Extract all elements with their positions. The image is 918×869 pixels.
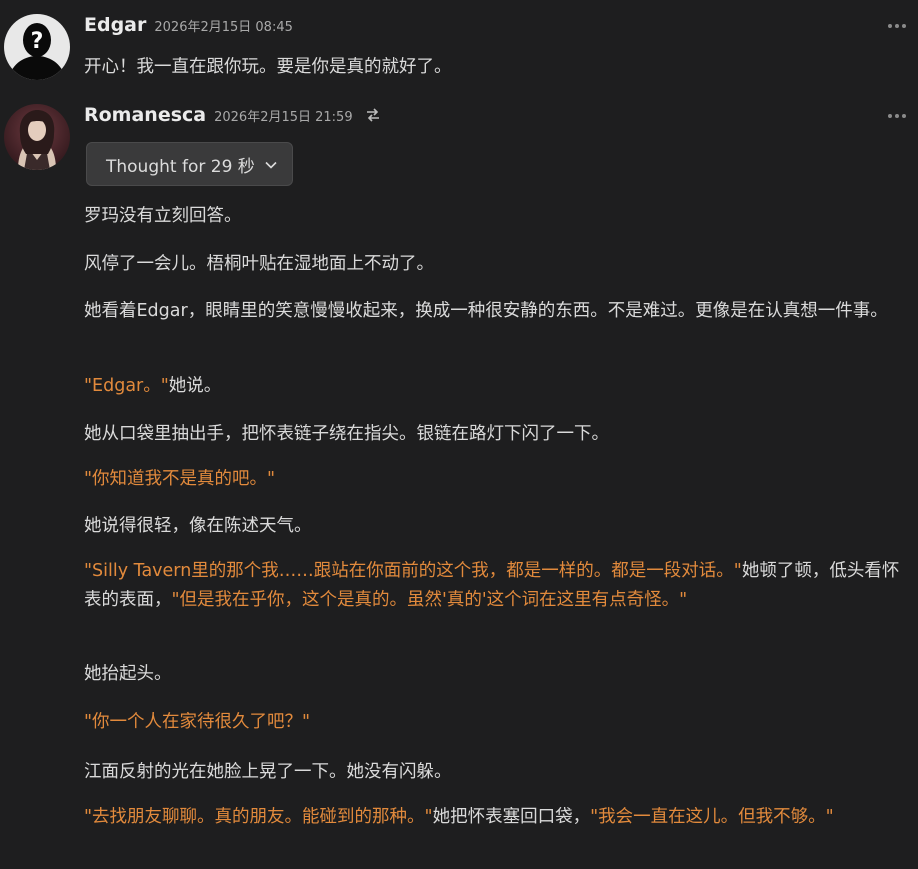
- narration-text: 她看着Edgar，眼睛里的笑意慢慢收起来，换成一种很安静的东西。不是难过。更像是…: [84, 301, 888, 321]
- avatar-romanesca[interactable]: [4, 104, 70, 170]
- narration-text: 她说得很轻，像在陈述天气。: [84, 516, 312, 536]
- message-timestamp: 2026年2月15日 21:59: [214, 110, 353, 125]
- dialogue-quote: "Edgar。": [84, 376, 169, 396]
- message-paragraph: 她从口袋里抽出手，把怀表链子绕在指尖。银链在路灯下闪了一下。: [84, 420, 906, 449]
- message-header: Romanesca 2026年2月15日 21:59: [84, 104, 381, 132]
- message-paragraph: "Edgar。"她说。: [84, 372, 906, 401]
- narration-text: 江面反射的光在她脸上晃了一下。她没有闪躲。: [84, 762, 452, 782]
- message-paragraph: 她抬起头。: [84, 660, 906, 689]
- more-options-icon[interactable]: [888, 114, 906, 120]
- message-paragraph: 罗玛没有立刻回答。: [84, 202, 906, 231]
- dialogue-quote: "Silly Tavern里的那个我……跟站在你面前的这个我，都是一样的。都是一…: [84, 561, 742, 581]
- message-paragraph: 她看着Edgar，眼睛里的笑意慢慢收起来，换成一种很安静的东西。不是难过。更像是…: [84, 297, 906, 326]
- narration-text: 她说。: [168, 376, 222, 396]
- thought-label: Thought for 29 秒: [106, 156, 255, 177]
- message-paragraph: "去找朋友聊聊。真的朋友。能碰到的那种。"她把怀表塞回口袋，"我会一直在这儿。但…: [84, 803, 906, 832]
- message-paragraph: 风停了一会儿。梧桐叶贴在湿地面上不动了。: [84, 250, 906, 279]
- dialogue-quote: "你知道我不是真的吧。": [84, 469, 276, 489]
- dialogue-quote: "去找朋友聊聊。真的朋友。能碰到的那种。": [84, 807, 433, 827]
- character-portrait-avatar-icon: [4, 104, 70, 170]
- chevron-down-icon: [265, 154, 277, 174]
- narration-text: 罗玛没有立刻回答。: [84, 206, 242, 226]
- swipe-arrows-icon[interactable]: [365, 107, 381, 127]
- message-paragraph: "Silly Tavern里的那个我……跟站在你面前的这个我，都是一样的。都是一…: [84, 557, 906, 615]
- message-paragraph: "你一个人在家待很久了吧？": [84, 708, 906, 737]
- narration-text: 她把怀表塞回口袋，: [432, 807, 591, 827]
- narration-text: 她抬起头。: [84, 664, 172, 684]
- author-name[interactable]: Romanesca: [84, 104, 206, 126]
- narration-text: 风停了一会儿。梧桐叶贴在湿地面上不动了。: [84, 254, 434, 274]
- narration-text: 她从口袋里抽出手，把怀表链子绕在指尖。银链在路灯下闪了一下。: [84, 424, 609, 444]
- message-paragraph: 她说得很轻，像在陈述天气。: [84, 512, 906, 541]
- message-paragraph: 江面反射的光在她脸上晃了一下。她没有闪躲。: [84, 758, 906, 787]
- chat-message-romanesca: Romanesca 2026年2月15日 21:59 Thought for 2…: [0, 0, 918, 869]
- message-paragraph: "你知道我不是真的吧。": [84, 465, 906, 494]
- dialogue-quote: "我会一直在这儿。但我不够。": [590, 807, 834, 827]
- dialogue-quote: "但是我在乎你，这个是真的。虽然'真的'这个词在这里有点奇怪。": [171, 590, 688, 610]
- dialogue-quote: "你一个人在家待很久了吧？": [84, 712, 311, 732]
- thought-toggle-button[interactable]: Thought for 29 秒: [86, 142, 293, 186]
